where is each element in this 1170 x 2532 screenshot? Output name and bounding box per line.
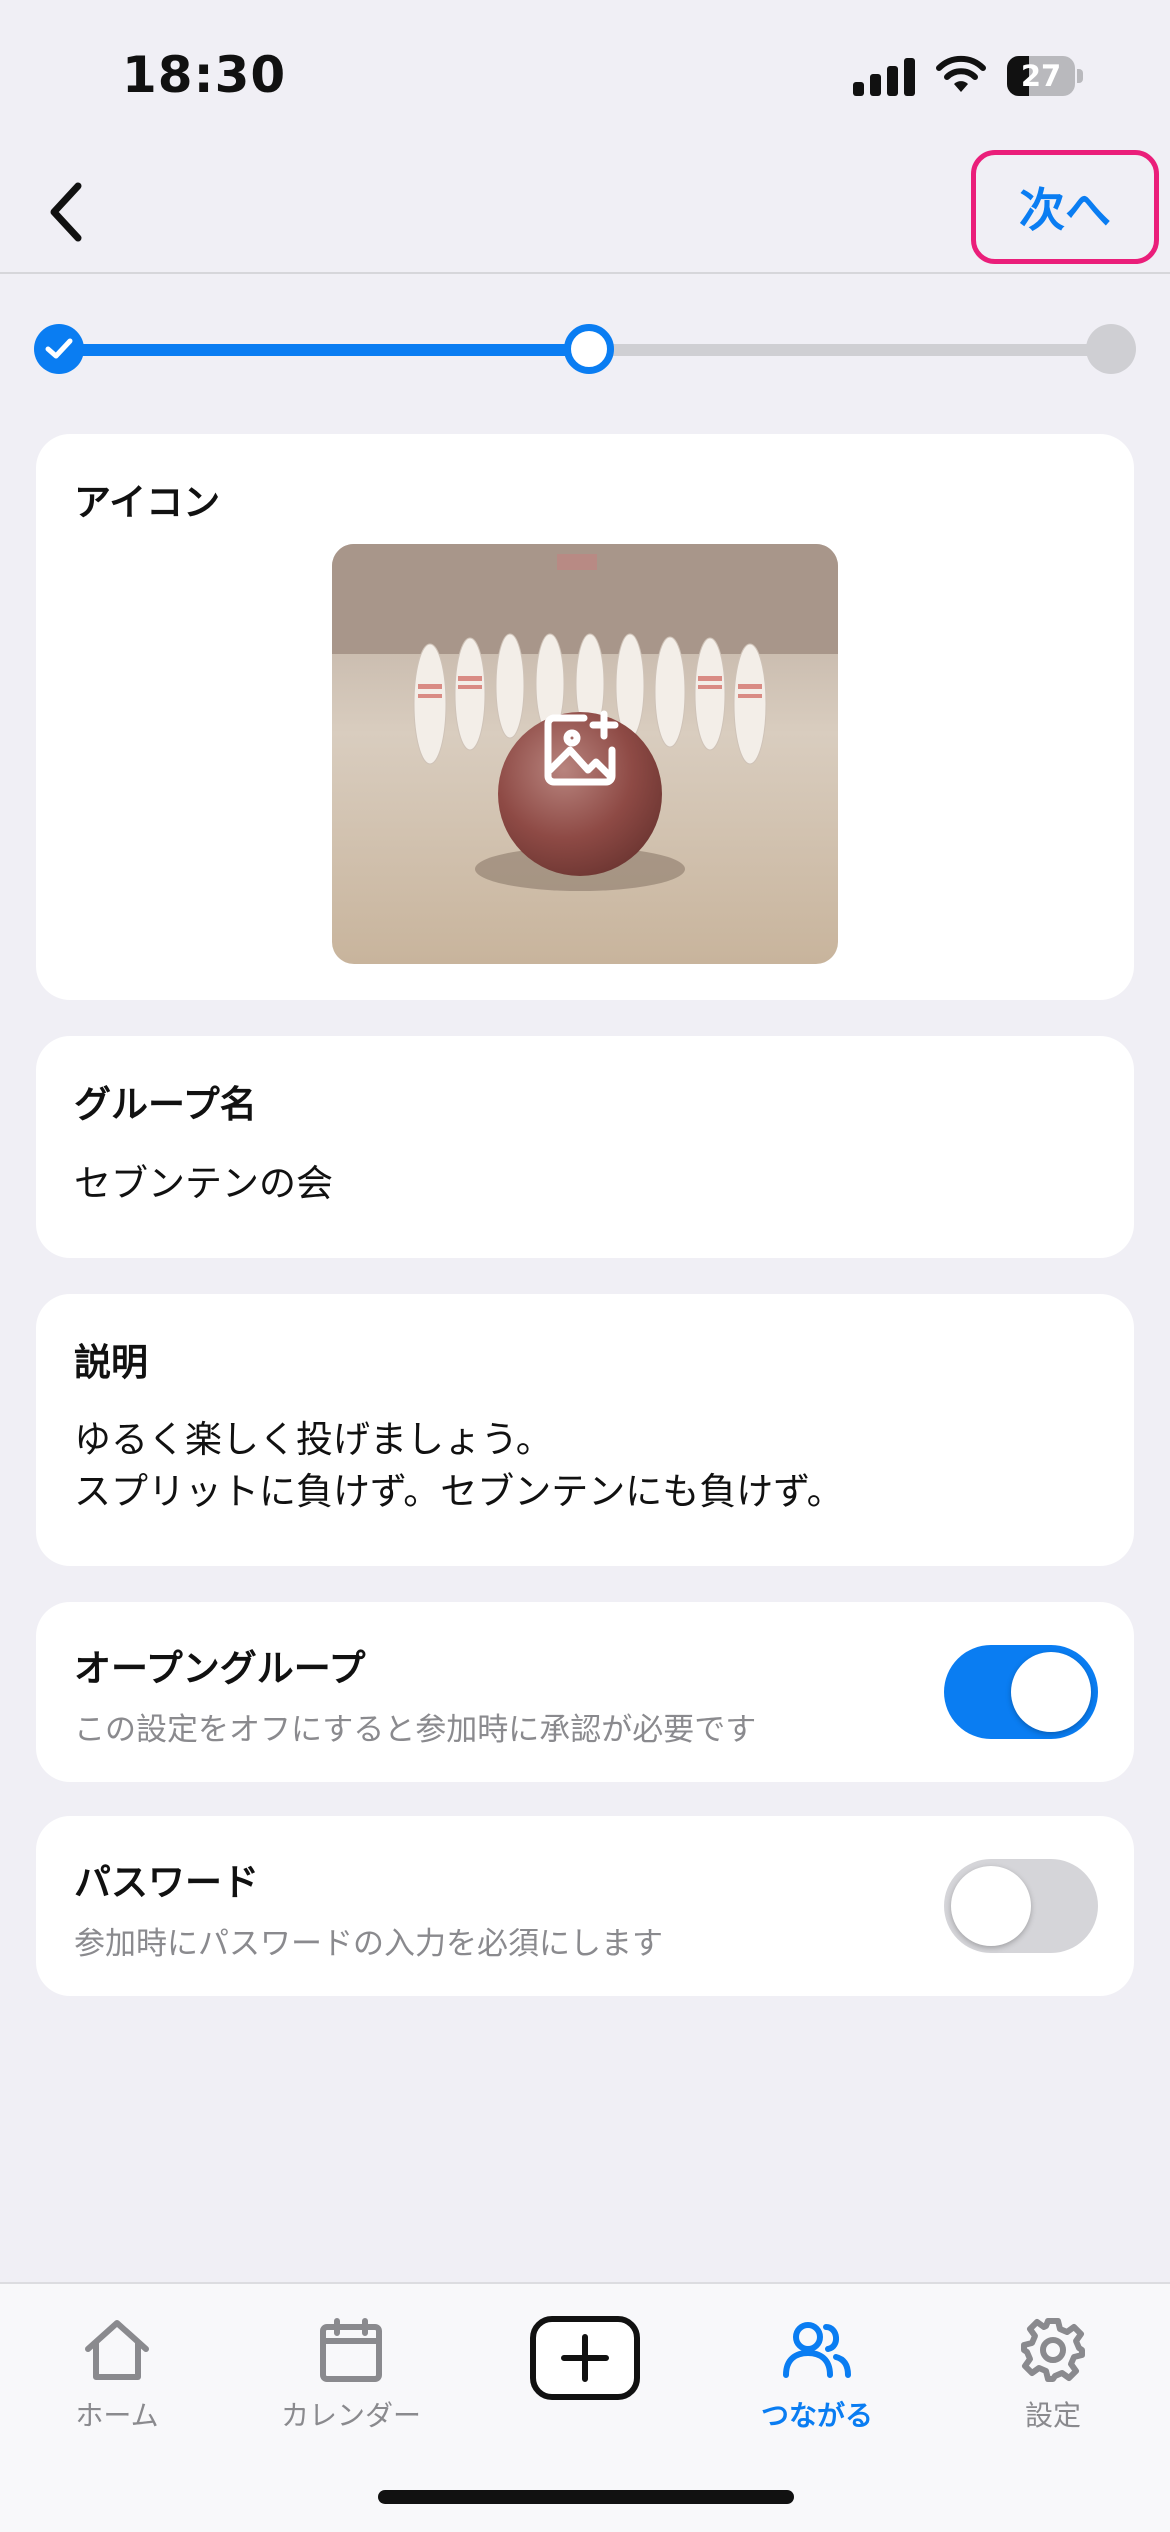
back-button[interactable] xyxy=(36,170,96,254)
password-toggle[interactable] xyxy=(944,1859,1098,1953)
navigation-bar: 次へ xyxy=(0,150,1170,274)
step-2-current xyxy=(564,324,614,374)
checkmark-icon xyxy=(45,338,73,359)
bowling-photo xyxy=(332,544,838,964)
people-icon xyxy=(783,2322,851,2378)
tab-home[interactable]: ホーム xyxy=(22,2312,212,2442)
battery-icon: 27 xyxy=(1007,56,1083,96)
tab-connect[interactable]: つながる xyxy=(722,2312,912,2442)
cellular-signal-icon xyxy=(853,58,915,96)
password-card: パスワード 参加時にパスワードの入力を必須にします xyxy=(36,1816,1134,1996)
gear-icon xyxy=(1021,2318,1085,2382)
description-card[interactable]: 説明 ゆるく楽しく投げましょう。 スプリットに負けず。セブンテンにも負けず。 xyxy=(36,1294,1134,1566)
next-button[interactable]: 次へ xyxy=(971,150,1159,264)
open-group-toggle[interactable] xyxy=(944,1645,1098,1739)
password-label: パスワード xyxy=(74,1861,259,1904)
step-1-complete xyxy=(34,324,84,374)
chevron-left-icon xyxy=(50,182,82,242)
status-time: 18:30 xyxy=(122,46,287,104)
group-icon-picker[interactable] xyxy=(332,544,838,964)
plus-icon xyxy=(561,2334,609,2382)
description-value[interactable]: ゆるく楽しく投げましょう。 スプリットに負けず。セブンテンにも負けず。 xyxy=(74,1414,844,1518)
open-group-card: オープングループ この設定をオフにすると参加時に承認が必要です xyxy=(36,1602,1134,1782)
group-name-label: グループ名 xyxy=(74,1083,257,1126)
tab-home-label: ホーム xyxy=(75,2399,159,2432)
status-bar: 18:30 27 xyxy=(0,0,1170,150)
battery-level: 27 xyxy=(1020,59,1062,93)
open-group-description: この設定をオフにすると参加時に承認が必要です xyxy=(74,1712,757,1748)
group-name-value[interactable]: セブンテンの会 xyxy=(74,1158,333,1210)
step-progress xyxy=(34,322,1136,378)
tab-connect-label: つながる xyxy=(760,2399,873,2432)
tab-calendar[interactable]: カレンダー xyxy=(256,2312,446,2442)
tab-settings[interactable]: 設定 xyxy=(958,2312,1148,2442)
calendar-icon xyxy=(320,2318,382,2382)
step-3-pending xyxy=(1086,324,1136,374)
tab-calendar-label: カレンダー xyxy=(280,2399,421,2432)
icon-card-title: アイコン xyxy=(74,481,221,524)
password-description: 参加時にパスワードの入力を必須にします xyxy=(74,1926,663,1962)
open-group-label: オープングループ xyxy=(74,1647,366,1690)
wifi-icon xyxy=(936,55,986,92)
tab-settings-label: 設定 xyxy=(1024,2399,1081,2432)
icon-card: アイコン xyxy=(36,434,1134,1000)
group-name-card[interactable]: グループ名 セブンテンの会 xyxy=(36,1036,1134,1258)
add-button[interactable] xyxy=(530,2316,640,2400)
description-label: 説明 xyxy=(74,1341,148,1384)
home-indicator xyxy=(378,2490,794,2504)
progress-fill xyxy=(60,344,585,356)
house-icon xyxy=(85,2320,149,2380)
